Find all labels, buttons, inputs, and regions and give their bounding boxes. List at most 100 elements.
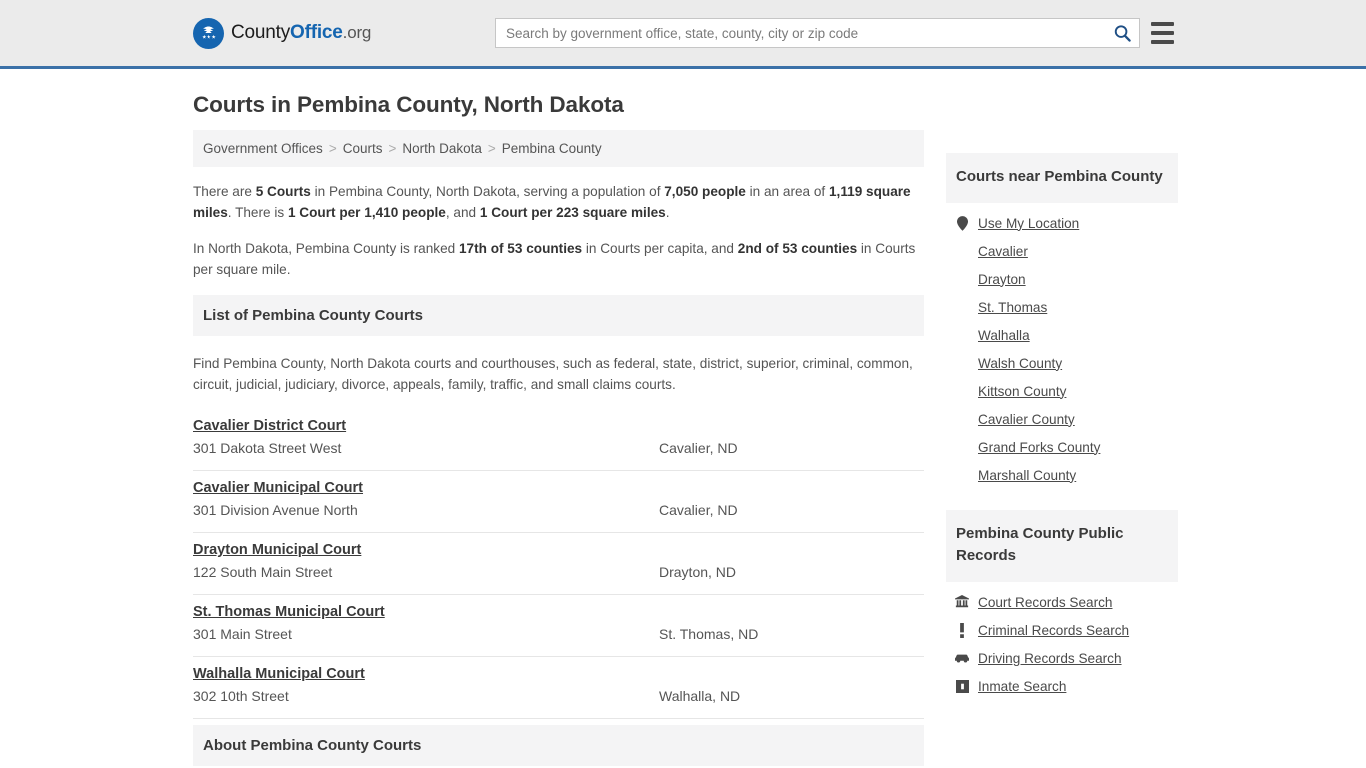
- court-address: 301 Dakota Street West: [193, 440, 342, 457]
- sidebar-item-label[interactable]: Driving Records Search: [978, 651, 1122, 666]
- logo-text-county: County: [231, 22, 291, 43]
- sidebar-list-item[interactable]: Kittson County: [946, 371, 1178, 399]
- statistic-text: in Courts per capita, and: [582, 241, 738, 257]
- court-row: Cavalier Municipal Court 301 Division Ave…: [193, 471, 924, 534]
- site-logo[interactable]: CountyOffice.org: [193, 17, 371, 49]
- courthouse-icon: [955, 595, 969, 609]
- search-bar: [495, 18, 1140, 48]
- logo-wordmark: CountyOffice.org: [231, 22, 371, 44]
- page-title: Courts in Pembina County, North Dakota: [193, 92, 624, 117]
- list-section-heading: List of Pembina County Courts: [193, 295, 924, 337]
- court-address: 301 Division Avenue North: [193, 502, 358, 519]
- court-name-link[interactable]: Cavalier Municipal Court: [193, 480, 363, 496]
- court-row: Drayton Municipal Court 122 South Main St…: [193, 533, 924, 596]
- court-city-state: Cavalier, ND: [659, 502, 738, 519]
- sidebar-list-item[interactable]: Drayton: [946, 259, 1178, 287]
- content-row: Government Offices > Courts > North Dakota > P…: [193, 130, 1178, 767]
- public-records-heading: Pembina County Public Records: [946, 509, 1178, 582]
- sidebar-list-item[interactable]: Marshall County: [946, 455, 1178, 483]
- sidebar-item-label[interactable]: Walsh County: [978, 356, 1062, 371]
- main-column: Government Offices > Courts > North Dakota > P…: [193, 130, 924, 767]
- court-name-link[interactable]: St. Thomas Municipal Court: [193, 604, 385, 620]
- court-row: Walhalla Municipal Court 302 10th Street W…: [193, 657, 924, 720]
- sidebar-item-label[interactable]: Grand Forks County: [978, 440, 1100, 455]
- court-name-link[interactable]: Drayton Municipal Court: [193, 542, 361, 558]
- menu-icon[interactable]: [1151, 22, 1174, 44]
- search-button[interactable]: [1105, 19, 1139, 47]
- sidebar: Courts near Pembina County Use My Locati…: [946, 130, 1178, 694]
- court-detail-line: 122 South Main Street Drayton, ND: [193, 564, 924, 580]
- court-city-state: Walhalla, ND: [659, 688, 741, 705]
- breadcrumb-item[interactable]: North Dakota: [402, 141, 482, 156]
- sidebar-item-label[interactable]: Cavalier County: [978, 412, 1075, 427]
- nearby-courts-list: Use My Location Cavalier Drayton St. Thomas…: [946, 203, 1178, 483]
- sidebar-list-item[interactable]: Grand Forks County: [946, 427, 1178, 455]
- about-section-heading: About Pembina County Courts: [193, 725, 924, 767]
- court-row: St. Thomas Municipal Court 301 Main Stree…: [193, 595, 924, 658]
- public-records-list: Court Records Search Criminal Records Sea…: [946, 582, 1178, 694]
- sidebar-item-label[interactable]: Cavalier: [978, 244, 1028, 259]
- sidebar-item-label[interactable]: Criminal Records Search: [978, 623, 1129, 638]
- statistic-value: 7,050 people: [664, 184, 746, 199]
- court-detail-line: 301 Division Avenue North Cavalier, ND: [193, 502, 924, 518]
- statistic-text: There are: [193, 184, 256, 199]
- statistic-text: In North Dakota, Pembina County is ranke…: [193, 241, 459, 257]
- sidebar-item-label[interactable]: Kittson County: [978, 384, 1066, 399]
- court-city-state: Drayton, ND: [659, 564, 737, 581]
- statistic-value: 1 Court per 223 square miles: [479, 205, 666, 221]
- statistics-paragraph-2: In North Dakota, Pembina County is ranke…: [193, 238, 924, 280]
- sidebar-list-item[interactable]: Cavalier County: [946, 399, 1178, 427]
- breadcrumb-separator: >: [328, 141, 337, 156]
- court-city-state: St. Thomas, ND: [659, 626, 759, 643]
- breadcrumb-separator: >: [388, 141, 397, 156]
- sidebar-list-item[interactable]: Walhalla: [946, 315, 1178, 343]
- list-section-description: Find Pembina County, North Dakota courts…: [193, 356, 913, 393]
- sidebar-list-item[interactable]: Walsh County: [946, 343, 1178, 371]
- statistic-text: in Pembina County, North Dakota, serving…: [310, 184, 665, 199]
- breadcrumb-item[interactable]: Courts: [343, 141, 383, 156]
- breadcrumb-separator: >: [487, 141, 496, 156]
- search-icon: [1114, 24, 1131, 42]
- sidebar-item-label[interactable]: Court Records Search: [978, 595, 1112, 610]
- eagle-seal-icon: [193, 17, 224, 49]
- statistic-text: , and: [445, 205, 480, 221]
- statistic-text: in an area of: [745, 184, 829, 199]
- sidebar-item-label[interactable]: Marshall County: [978, 468, 1076, 483]
- menu-bar-3: [1151, 40, 1174, 44]
- court-city-state: Cavalier, ND: [659, 440, 738, 457]
- breadcrumb-item[interactable]: Pembina County: [502, 141, 602, 156]
- sidebar-item-label[interactable]: Inmate Search: [978, 679, 1066, 694]
- sidebar-list-item[interactable]: St. Thomas: [946, 287, 1178, 315]
- court-address: 302 10th Street: [193, 688, 289, 705]
- sidebar-list-item[interactable]: Use My Location: [946, 203, 1178, 231]
- statistic-value: 5 Courts: [255, 184, 311, 199]
- court-name-link[interactable]: Walhalla Municipal Court: [193, 666, 365, 682]
- sidebar-item-label[interactable]: Use My Location: [978, 216, 1079, 231]
- nearby-courts-heading: Courts near Pembina County: [946, 153, 1178, 203]
- court-detail-line: 301 Dakota Street West Cavalier, ND: [193, 440, 924, 456]
- logo-text-org: .org: [342, 23, 372, 42]
- logo-text-office: Office: [290, 22, 343, 43]
- court-name-link[interactable]: Cavalier District Court: [193, 418, 346, 434]
- statistic-value: 1 Court per 1,410 people: [287, 205, 446, 221]
- sidebar-list-item[interactable]: Court Records Search: [946, 582, 1178, 610]
- sidebar-item-label[interactable]: Drayton: [978, 272, 1026, 287]
- sidebar-item-label[interactable]: St. Thomas: [978, 300, 1047, 315]
- court-detail-line: 302 10th Street Walhalla, ND: [193, 688, 924, 704]
- breadcrumb: Government Offices > Courts > North Dakota > P…: [193, 130, 924, 167]
- sidebar-list-item[interactable]: Driving Records Search: [946, 638, 1178, 666]
- search-input[interactable]: [496, 19, 1105, 47]
- jail-icon: [955, 679, 969, 693]
- court-row: Cavalier District Court 301 Dakota Street…: [193, 413, 924, 472]
- sidebar-item-label[interactable]: Walhalla: [978, 328, 1030, 343]
- statistic-text: . There is: [227, 205, 288, 221]
- exclamation-icon: [955, 622, 969, 638]
- court-address: 122 South Main Street: [193, 564, 333, 581]
- statistic-value: 2nd of 53 counties: [737, 241, 858, 257]
- sidebar-list-item[interactable]: Inmate Search: [946, 666, 1178, 694]
- sidebar-list-item[interactable]: Criminal Records Search: [946, 610, 1178, 638]
- statistic-value: 17th of 53 counties: [458, 241, 583, 257]
- menu-bar-2: [1151, 31, 1174, 35]
- breadcrumb-item[interactable]: Government Offices: [203, 141, 323, 156]
- sidebar-list-item[interactable]: Cavalier: [946, 231, 1178, 259]
